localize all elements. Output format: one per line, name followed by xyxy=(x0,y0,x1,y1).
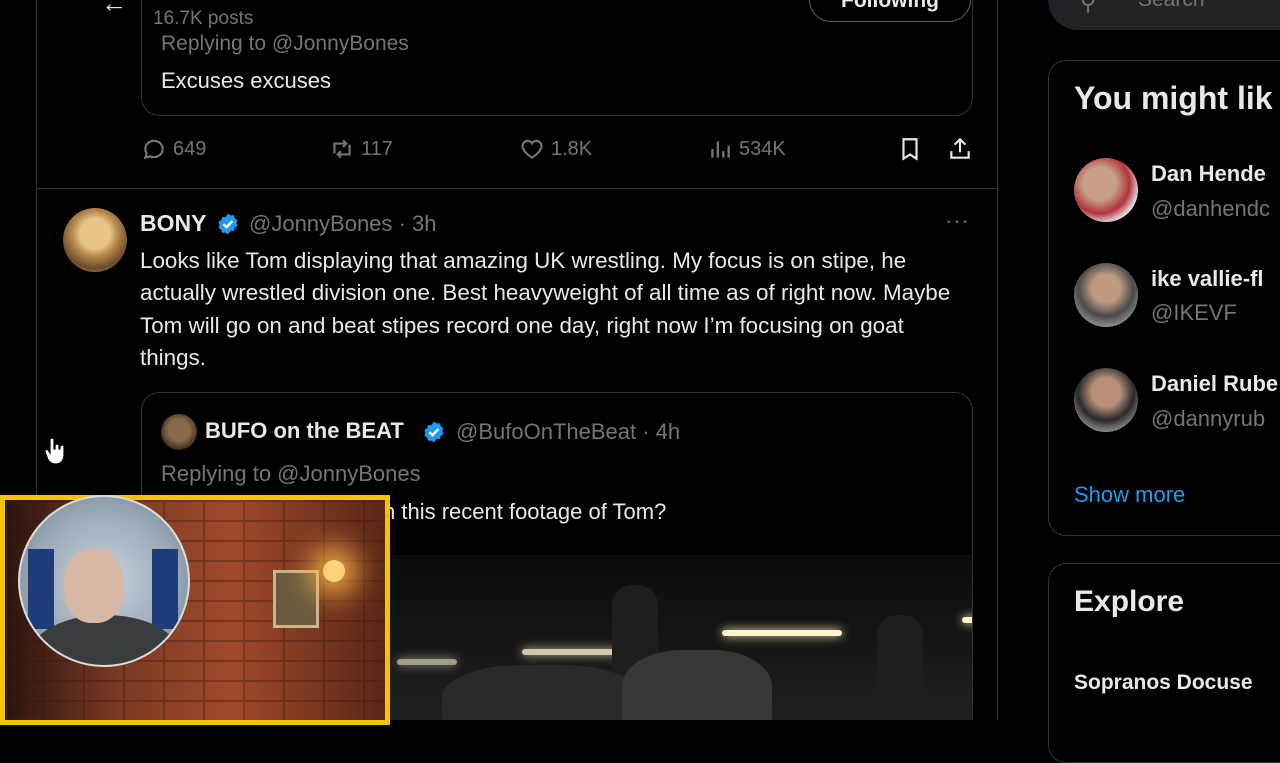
post-actions: 649 117 1.8K 534K xyxy=(141,136,977,172)
fighter-figure xyxy=(622,650,772,720)
author-handle[interactable]: @JonnyBones · 3h xyxy=(249,211,436,237)
hand-cursor-icon xyxy=(44,437,65,465)
person-head xyxy=(64,549,124,623)
like-count: 1.8K xyxy=(551,137,593,160)
reply-icon xyxy=(143,139,164,160)
bookmark-icon xyxy=(902,138,918,161)
repost-count: 117 xyxy=(361,137,393,160)
quoted-post-card[interactable] xyxy=(141,0,973,116)
punching-bag xyxy=(877,615,923,720)
heart-icon xyxy=(521,139,543,159)
quoted-post-text: Excuses excuses xyxy=(161,68,331,93)
like-button[interactable]: 1.8K xyxy=(519,136,592,162)
fighter-figure xyxy=(442,665,642,720)
post-divider xyxy=(37,188,997,189)
avatar[interactable] xyxy=(1074,368,1138,432)
avatar[interactable] xyxy=(63,208,127,272)
replying-to-label: Replying to @JonnyBones xyxy=(161,461,421,486)
back-arrow-icon[interactable]: ← xyxy=(101,0,127,19)
repost-button[interactable]: 117 xyxy=(329,136,393,162)
avatar[interactable] xyxy=(1074,158,1138,222)
picture-frame xyxy=(273,570,319,628)
suggestion-name[interactable]: ike vallie-fl xyxy=(1151,266,1264,292)
you-might-like-title: You might lik xyxy=(1074,80,1273,116)
search-placeholder: Search xyxy=(1138,0,1205,12)
avatar[interactable] xyxy=(1074,263,1138,327)
banner xyxy=(152,549,178,629)
views-icon xyxy=(711,141,730,158)
post-text: Looks like Tom displaying that amazing U… xyxy=(140,248,951,370)
trend-item[interactable]: Sopranos Docuse xyxy=(1074,671,1253,695)
share-icon xyxy=(950,137,970,159)
suggestion-handle: @danhendc xyxy=(1151,196,1270,221)
reply-count: 649 xyxy=(173,137,207,160)
quoted-post-text: n this recent footage of Tom? xyxy=(383,499,667,524)
show-more-link[interactable]: Show more xyxy=(1074,482,1185,508)
facecam-circle xyxy=(18,495,190,667)
avatar[interactable] xyxy=(161,414,197,450)
verified-badge-icon xyxy=(424,421,444,443)
quoted-author-name: BUFO on the BEAT xyxy=(205,418,404,443)
suggestion-handle: @IKEVF xyxy=(1151,300,1237,325)
suggestion-handle: @dannyrub xyxy=(1151,406,1266,431)
replying-to-label: Replying to @JonnyBones xyxy=(161,32,409,55)
views-button[interactable]: 534K xyxy=(707,136,786,162)
author-name[interactable]: BONY xyxy=(140,210,206,237)
gym-light xyxy=(962,617,972,623)
views-count: 534K xyxy=(739,137,786,160)
repost-icon xyxy=(333,139,351,159)
suggestion-name[interactable]: Daniel Rube xyxy=(1151,371,1278,397)
bookmark-button[interactable] xyxy=(897,136,923,162)
share-button[interactable] xyxy=(947,136,973,162)
lamp xyxy=(323,560,345,582)
suggestion-name[interactable]: Dan Hende xyxy=(1151,161,1266,187)
banner xyxy=(28,549,54,629)
gym-light xyxy=(722,630,842,636)
more-options-icon[interactable]: ··· xyxy=(945,208,970,234)
reply-button[interactable]: 649 xyxy=(141,136,206,162)
quoted-author-handle: @BufoOnTheBeat · 4h xyxy=(456,419,681,444)
explore-title: Explore xyxy=(1074,585,1185,618)
gym-light xyxy=(397,659,457,665)
search-icon: ⚲ xyxy=(1080,0,1097,15)
verified-badge-icon xyxy=(218,213,238,235)
